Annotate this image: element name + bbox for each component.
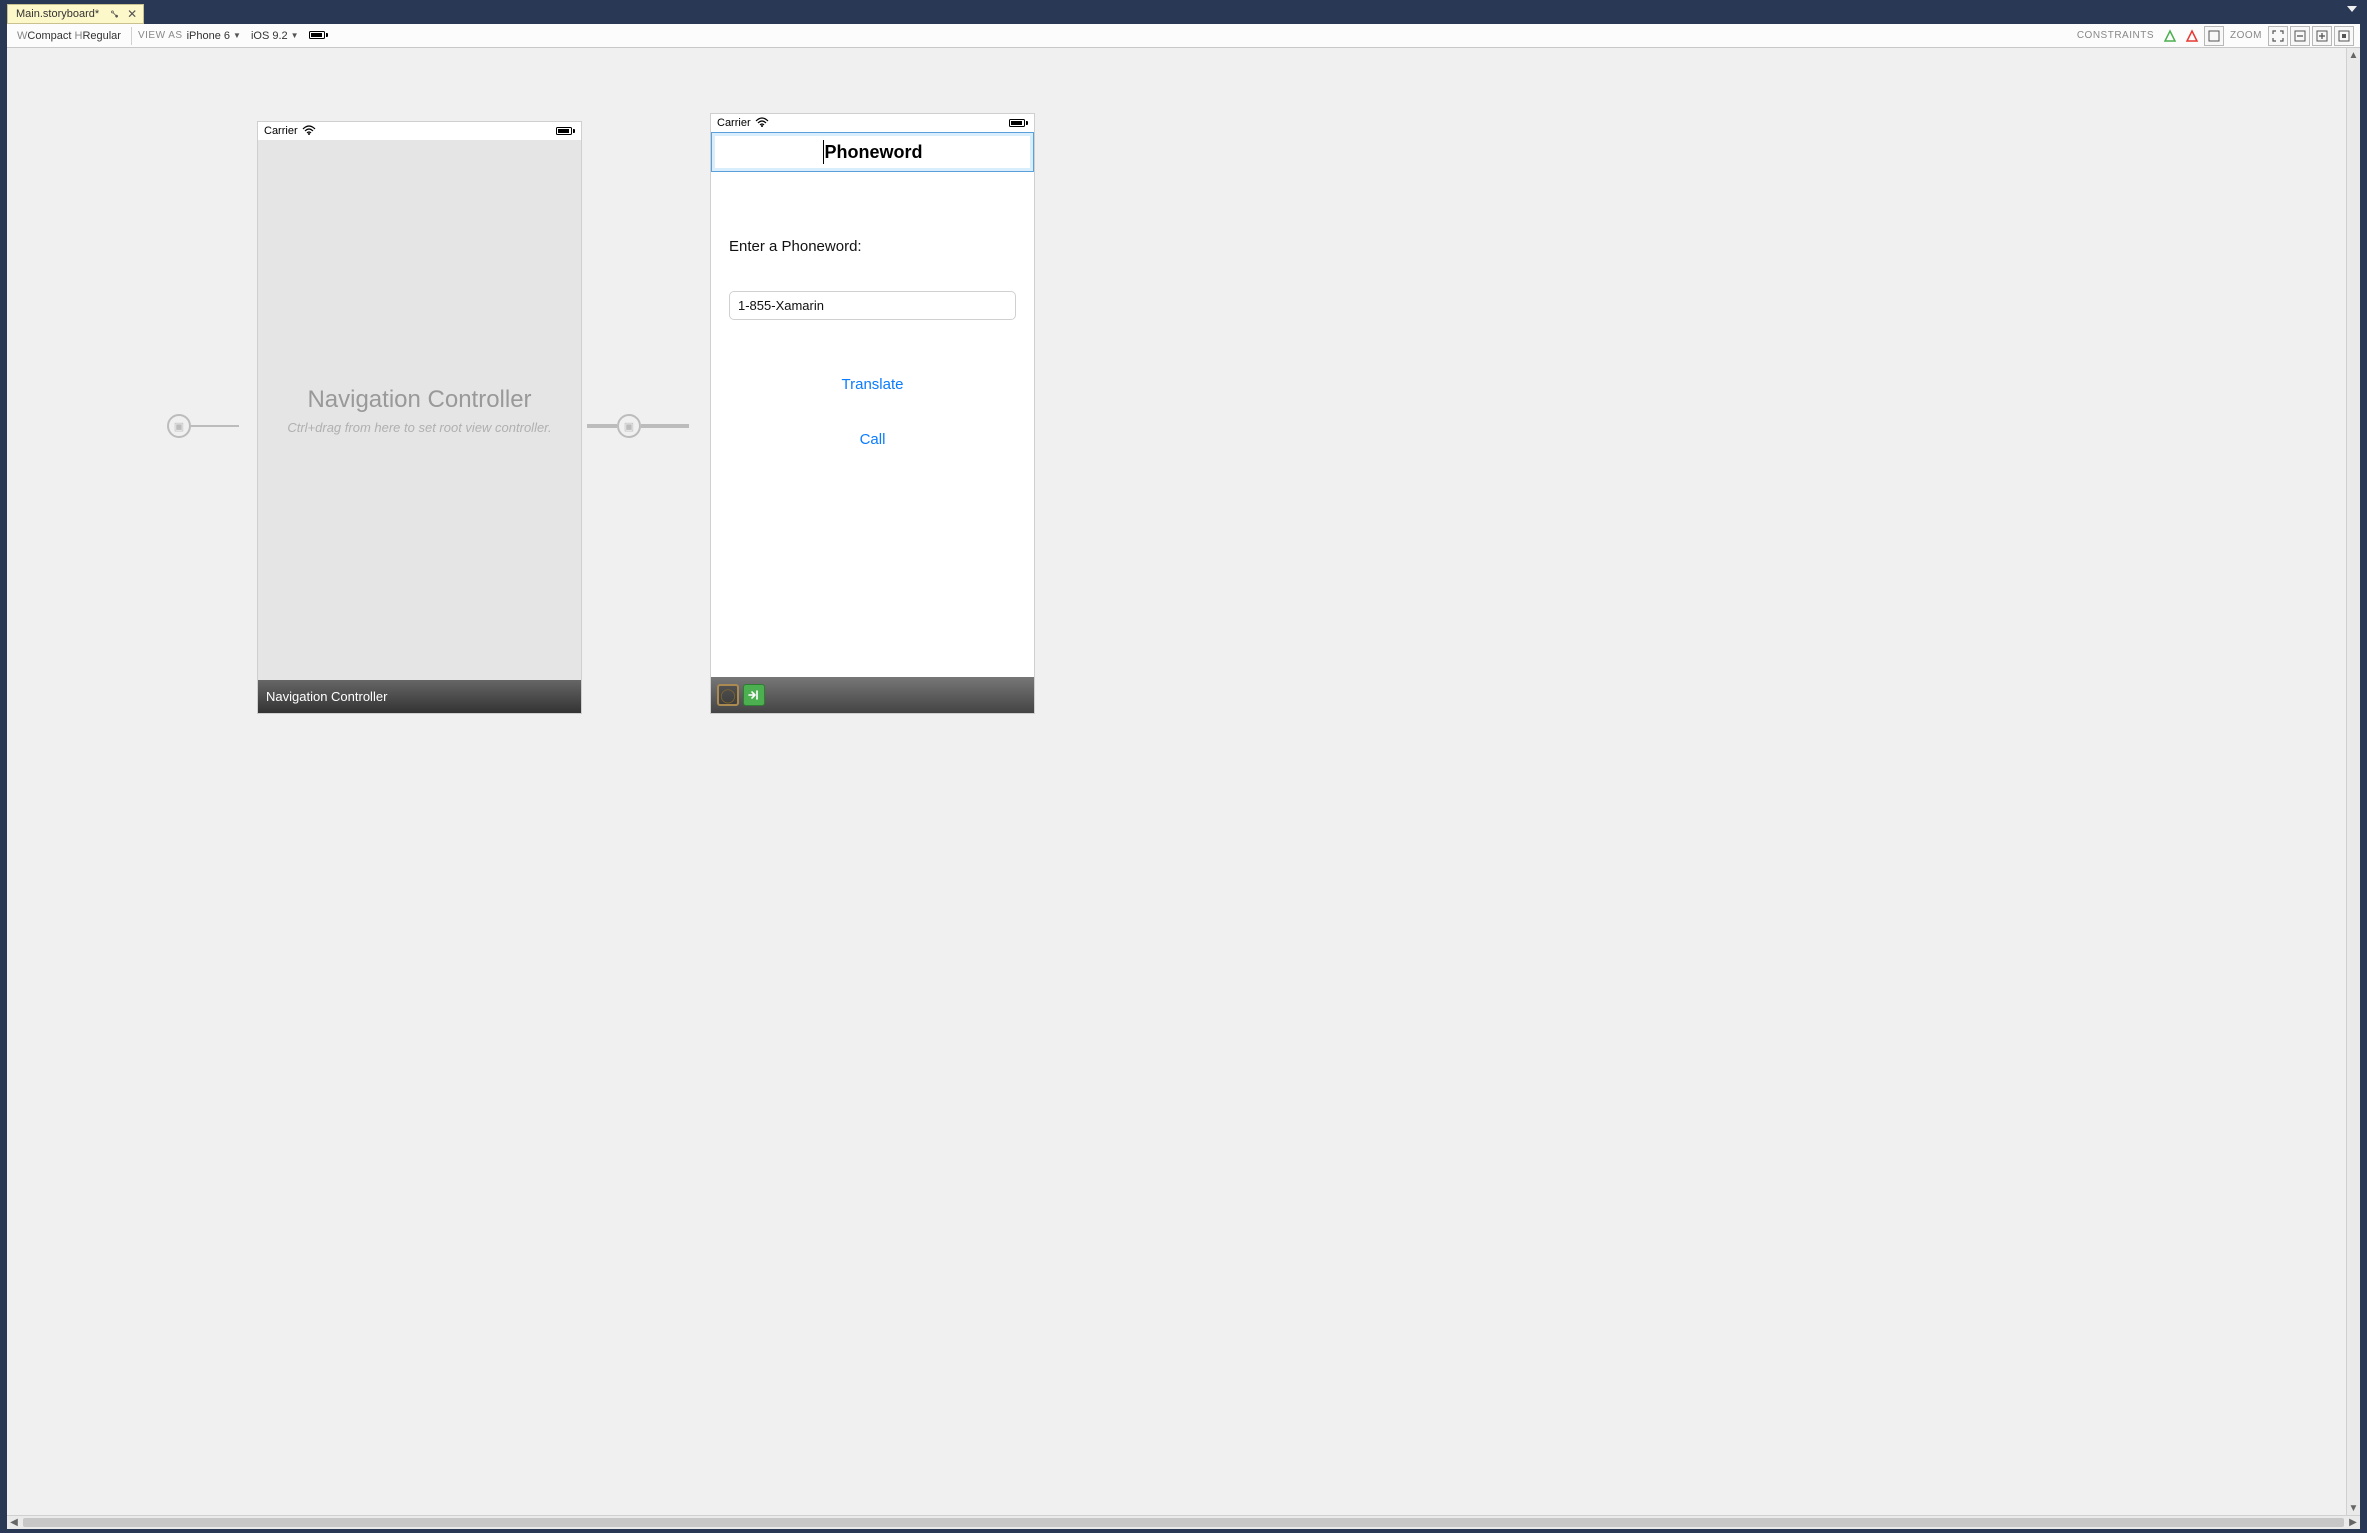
zoom-out-icon[interactable] <box>2290 26 2310 46</box>
battery-orientation-icon[interactable] <box>309 30 328 42</box>
call-button[interactable]: Call <box>729 431 1016 448</box>
scroll-down-icon[interactable]: ▼ <box>2347 1501 2360 1515</box>
scene-dock-label: Navigation Controller <box>266 689 387 704</box>
battery-icon <box>556 124 575 138</box>
segue-node-icon: ▣ <box>167 414 191 438</box>
nav-controller-hint: Ctrl+drag from here to set root view con… <box>287 420 551 435</box>
wifi-icon <box>302 125 316 138</box>
zoom-actual-icon[interactable] <box>2334 26 2354 46</box>
zoom-fit-icon[interactable] <box>2268 26 2288 46</box>
device-dropdown[interactable]: iPhone 6▼ <box>187 30 241 42</box>
scene-dock[interactable]: Navigation Controller <box>258 680 581 713</box>
view-controller-scene[interactable]: Carrier Phoneword Enter a Phoneword: 1-8… <box>710 113 1035 714</box>
scroll-thumb[interactable] <box>23 1518 2344 1527</box>
phoneword-textfield[interactable]: 1-855-Xamarin <box>729 291 1016 320</box>
separator <box>131 27 132 45</box>
battery-icon <box>1009 116 1028 130</box>
document-tab[interactable]: Main.storyboard* ⊶ ✕ <box>7 4 144 24</box>
scene-dock[interactable]: ◯ <box>711 677 1034 713</box>
navigation-bar-title[interactable]: Phoneword <box>823 140 923 164</box>
constraints-add-icon[interactable] <box>2160 26 2180 46</box>
wifi-icon <box>755 117 769 130</box>
tab-overflow-icon[interactable] <box>2347 6 2357 12</box>
status-bar: Carrier <box>711 114 1034 132</box>
segue-node-icon: ▣ <box>617 414 641 438</box>
navigation-controller-scene[interactable]: Carrier Navigation Controller Ctrl+drag … <box>257 121 582 714</box>
carrier-label: Carrier <box>717 117 751 129</box>
arrow-head-icon <box>689 416 707 436</box>
os-dropdown[interactable]: iOS 9.2▼ <box>251 30 299 42</box>
root-segue-arrow[interactable]: ▣ <box>587 414 707 438</box>
chevron-down-icon: ▼ <box>291 31 299 40</box>
constraints-frame-icon[interactable] <box>2204 26 2224 46</box>
storyboard-canvas[interactable]: ▣ Carrier Navigation Controller C <box>7 48 2346 1515</box>
scroll-left-icon[interactable]: ◀ <box>7 1516 21 1529</box>
constraints-label: CONSTRAINTS <box>2077 30 2154 41</box>
zoom-in-icon[interactable] <box>2312 26 2332 46</box>
navigation-bar-selected[interactable]: Phoneword <box>711 132 1034 172</box>
horizontal-scrollbar[interactable]: ◀ ▶ <box>7 1515 2360 1529</box>
constraints-remove-icon[interactable] <box>2182 26 2202 46</box>
prompt-label[interactable]: Enter a Phoneword: <box>729 238 1016 255</box>
size-class-selector[interactable]: WCompact HRegular <box>13 30 125 42</box>
scroll-up-icon[interactable]: ▲ <box>2347 48 2360 62</box>
textfield-value: 1-855-Xamarin <box>738 298 824 313</box>
view-controller-icon[interactable]: ◯ <box>717 684 739 706</box>
navigation-controller-placeholder: Navigation Controller Ctrl+drag from her… <box>258 140 581 680</box>
vertical-scrollbar[interactable]: ▲ ▼ <box>2346 48 2360 1515</box>
status-bar: Carrier <box>258 122 581 140</box>
document-tab-title: Main.storyboard* <box>16 8 99 20</box>
entry-point-arrow[interactable]: ▣ <box>167 414 257 438</box>
designer-toolbar: WCompact HRegular VIEW AS iPhone 6▼ iOS … <box>7 24 2360 48</box>
chevron-down-icon: ▼ <box>233 31 241 40</box>
storyboard-canvas-wrap: ▣ Carrier Navigation Controller C <box>7 48 2360 1515</box>
view-as-label: VIEW AS <box>138 30 183 41</box>
close-tab-icon[interactable]: ✕ <box>127 7 137 21</box>
view-controller-body[interactable]: Enter a Phoneword: 1-855-Xamarin Transla… <box>711 176 1034 677</box>
first-responder-icon[interactable] <box>743 684 765 706</box>
scroll-right-icon[interactable]: ▶ <box>2346 1516 2360 1529</box>
pin-icon[interactable]: ⊶ <box>107 7 122 22</box>
zoom-label: ZOOM <box>2230 30 2262 41</box>
nav-controller-title: Navigation Controller <box>307 386 531 414</box>
carrier-label: Carrier <box>264 125 298 137</box>
translate-button[interactable]: Translate <box>729 376 1016 393</box>
document-tab-strip: Main.storyboard* ⊶ ✕ <box>7 4 2363 24</box>
arrow-head-icon <box>239 416 257 436</box>
